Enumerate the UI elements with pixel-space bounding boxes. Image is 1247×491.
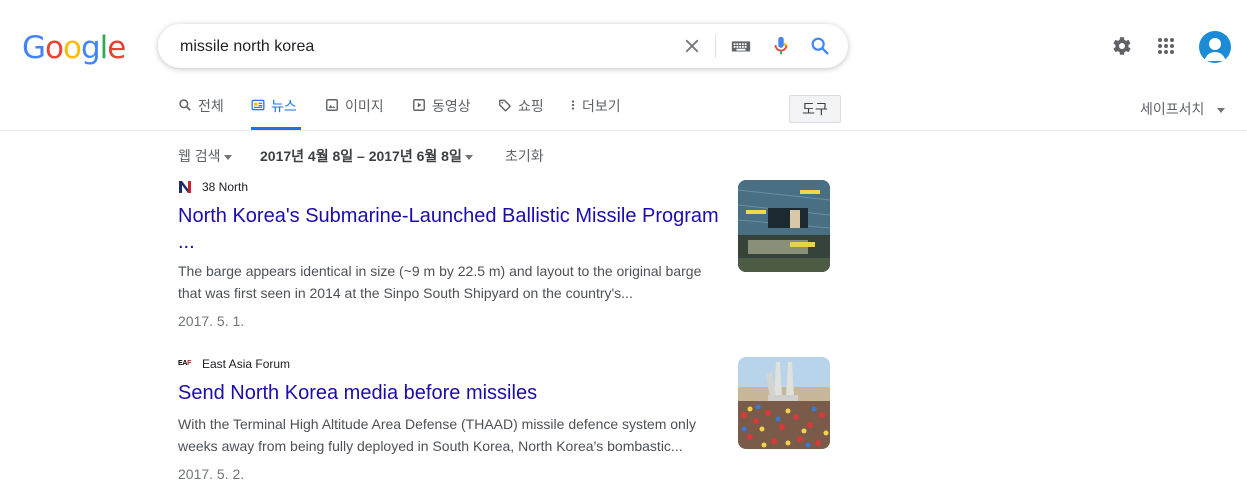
video-icon xyxy=(413,99,425,111)
apps-grid-icon[interactable] xyxy=(1154,34,1178,58)
tab-more[interactable]: 더보기 xyxy=(570,96,621,130)
more-vert-icon xyxy=(571,100,575,110)
filter-type[interactable]: 웹 검색 xyxy=(178,146,232,166)
chevron-down-icon xyxy=(223,154,232,160)
tab-shopping[interactable]: 쇼핑 xyxy=(498,96,544,130)
chevron-down-icon xyxy=(1217,107,1226,113)
result-snippet: With the Terminal High Altitude Area Def… xyxy=(178,413,723,457)
image-icon xyxy=(326,99,338,111)
result-source-name: 38 North xyxy=(202,180,249,194)
snippet-line: With the Terminal High Altitude Area Def… xyxy=(178,416,696,432)
result-title-link[interactable]: Send North Korea media before missiles xyxy=(178,380,723,406)
search-icon[interactable] xyxy=(809,35,831,57)
result-title-line: North Korea's Submarine-Launched Ballist… xyxy=(178,205,719,227)
result-date: 2017. 5. 1. xyxy=(178,313,245,329)
search-divider xyxy=(715,34,716,58)
result-snippet: The barge appears identical in size (~9 … xyxy=(178,260,723,304)
eaf-favicon: EAF xyxy=(178,360,192,367)
search-icon xyxy=(179,99,191,111)
result-source-name: East Asia Forum xyxy=(202,357,291,371)
result-title-link[interactable]: North Korea's Submarine-Launched Ballist… xyxy=(178,203,723,255)
tab-videos[interactable]: 동영상 xyxy=(412,96,471,130)
tab-all[interactable]: 전체 xyxy=(178,96,224,130)
news-icon xyxy=(251,99,265,111)
snippet-line: The barge appears identical in size (~9 … xyxy=(178,263,702,279)
tools-button[interactable]: 도구 xyxy=(789,95,841,123)
chevron-down-icon xyxy=(464,154,473,160)
tab-all-label: 전체 xyxy=(198,98,224,114)
filter-date-range[interactable]: 2017년 4월 8일 – 2017년 6월 8일 xyxy=(260,146,473,166)
search-box xyxy=(158,24,848,68)
search-input[interactable] xyxy=(178,35,662,59)
tab-news-label: 뉴스 xyxy=(271,98,297,114)
account-avatar[interactable] xyxy=(1199,31,1231,63)
google-logo[interactable]: Google xyxy=(22,30,126,66)
tab-shopping-label: 쇼핑 xyxy=(518,98,544,114)
38-north-favicon xyxy=(179,181,191,193)
tab-news[interactable]: 뉴스 xyxy=(251,96,301,130)
crowd-monument-thumbnail xyxy=(738,357,830,449)
result-date: 2017. 5. 2. xyxy=(178,466,245,482)
header-divider xyxy=(0,130,1247,131)
satellite-image-thumbnail xyxy=(738,180,830,272)
tab-images[interactable]: 이미지 xyxy=(325,96,384,130)
result-source[interactable]: EAF East Asia Forum xyxy=(178,357,290,371)
tag-icon xyxy=(499,99,511,112)
safesearch-menu[interactable]: 세이프서치 xyxy=(1140,99,1226,119)
result-thumbnail[interactable] xyxy=(738,357,830,449)
snippet-line: weeks away from being fully deployed in … xyxy=(178,438,683,454)
filter-type-label: 웹 검색 xyxy=(178,148,221,164)
result-thumbnail[interactable] xyxy=(738,180,830,272)
tab-images-label: 이미지 xyxy=(345,98,384,114)
tab-more-label: 더보기 xyxy=(582,98,621,114)
microphone-icon[interactable] xyxy=(770,35,792,57)
news-result: 38 North North Korea's Submarine-Launche… xyxy=(178,180,830,330)
filter-date-label: 2017년 4월 8일 – 2017년 6월 8일 xyxy=(260,148,462,164)
result-title-line: ... xyxy=(178,231,195,253)
user-icon xyxy=(1204,38,1226,61)
settings-gear-icon[interactable] xyxy=(1109,34,1133,58)
clear-icon[interactable] xyxy=(681,35,703,57)
tab-videos-label: 동영상 xyxy=(432,98,471,114)
snippet-line: that was first seen in 2014 at the Sinpo… xyxy=(178,285,633,301)
news-result: EAF East Asia Forum Send North Korea med… xyxy=(178,357,830,487)
safesearch-label: 세이프서치 xyxy=(1140,101,1205,117)
keyboard-icon[interactable] xyxy=(730,35,752,57)
result-title-line: Send North Korea media before missiles xyxy=(178,382,538,404)
result-source[interactable]: 38 North xyxy=(178,180,248,194)
filter-reset[interactable]: 초기화 xyxy=(505,146,544,166)
